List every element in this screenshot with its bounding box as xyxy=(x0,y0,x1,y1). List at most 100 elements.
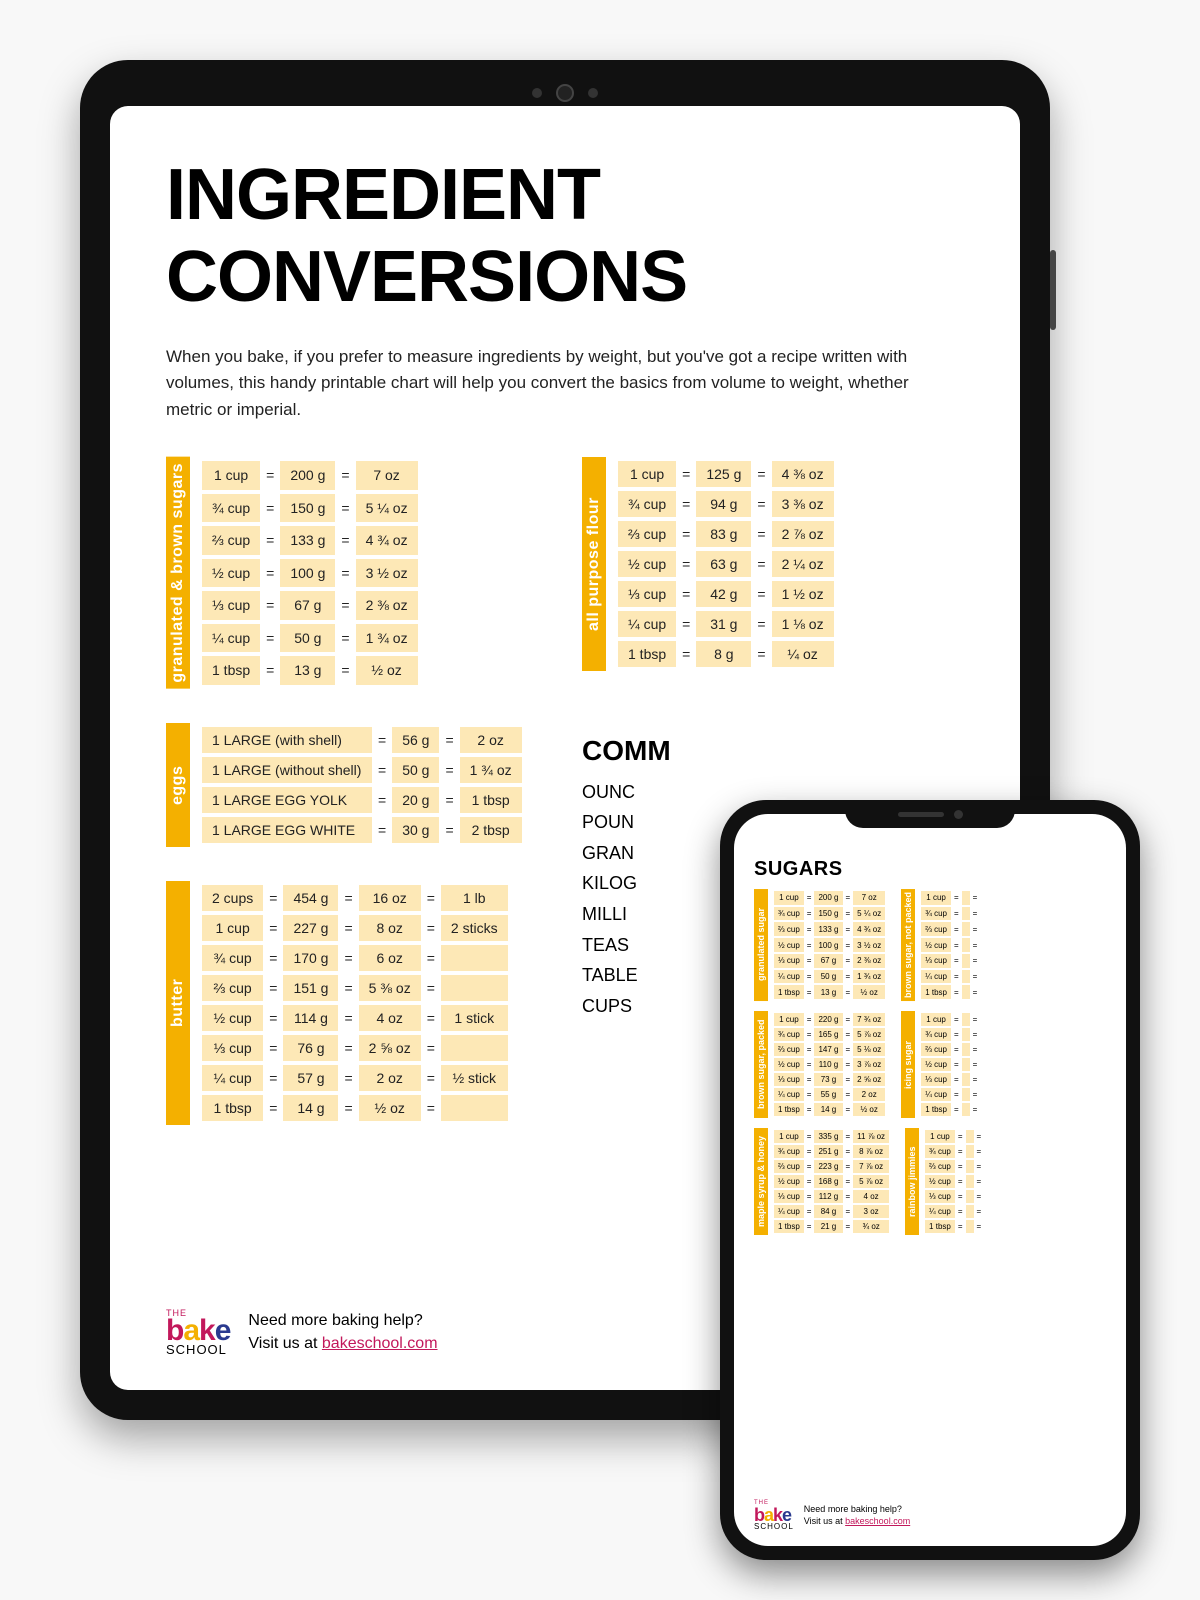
chart-eggs-table: 1 LARGE (with shell)=56 g=2 oz1 LARGE (w… xyxy=(198,723,526,847)
equals: = xyxy=(845,1013,852,1026)
equals: = xyxy=(755,611,767,637)
footer-visit: Visit us at xyxy=(248,1335,322,1352)
page-title: INGREDIENT CONVERSIONS xyxy=(166,154,964,318)
equals: = xyxy=(443,757,455,783)
cell: 1 tbsp xyxy=(460,787,522,813)
equals: = xyxy=(806,1073,813,1086)
table-row: ⅔ cup=223 g=7 ⅞ oz xyxy=(774,1160,889,1173)
table-row: ½ cup=110 g=3 ⅞ oz xyxy=(774,1058,885,1071)
cell: ⅔ cup xyxy=(921,922,951,936)
equals: = xyxy=(806,954,813,968)
equals: = xyxy=(972,1028,979,1041)
equals: = xyxy=(806,1058,813,1071)
cell xyxy=(962,985,970,999)
equals: = xyxy=(425,975,437,1001)
equals: = xyxy=(972,1103,979,1116)
table-row: 1 tbsp== xyxy=(925,1220,982,1233)
equals: = xyxy=(953,1058,960,1071)
cell: 11 ⅞ oz xyxy=(853,1130,889,1143)
cell: ¼ cup xyxy=(202,1065,263,1091)
equals: = xyxy=(845,1088,852,1101)
equals: = xyxy=(845,907,852,921)
cell: 55 g xyxy=(814,1088,842,1101)
cell: ½ cup xyxy=(202,559,260,588)
cell: 4 ¾ oz xyxy=(853,922,885,936)
equals: = xyxy=(267,1065,279,1091)
equals: = xyxy=(339,656,351,685)
equals: = xyxy=(342,1005,354,1031)
cell: ½ cup xyxy=(925,1175,955,1188)
equals: = xyxy=(845,985,852,999)
cell: 5 ⅞ oz xyxy=(853,1028,885,1041)
equals: = xyxy=(425,1005,437,1031)
equals: = xyxy=(806,1028,813,1041)
table-row: ½ cup=100 g=3 ½ oz xyxy=(202,559,418,588)
cell: 2 ¼ oz xyxy=(772,551,834,577)
table-row: ⅓ cup=67 g=2 ⅜ oz xyxy=(774,954,885,968)
cell: 2 sticks xyxy=(441,915,508,941)
equals: = xyxy=(953,891,960,905)
cell: ¼ cup xyxy=(774,1088,804,1101)
cell: 223 g xyxy=(814,1160,842,1173)
equals: = xyxy=(342,885,354,911)
cell: 2 oz xyxy=(853,1088,885,1101)
cell: 1 ½ oz xyxy=(772,581,834,607)
cell: ⅓ cup xyxy=(618,581,676,607)
phone-footer: THE bake SCHOOL Need more baking help? V… xyxy=(754,1501,910,1530)
chart-sugars-table: 1 cup=200 g=7 oz¾ cup=150 g=5 ¼ oz⅔ cup=… xyxy=(198,457,422,689)
cell: 1 tbsp xyxy=(774,985,804,999)
table-row: 1 cup=227 g=8 oz=2 sticks xyxy=(202,915,508,941)
cell: 76 g xyxy=(283,1035,338,1061)
cell xyxy=(962,1088,970,1101)
equals: = xyxy=(680,491,692,517)
equals: = xyxy=(806,922,813,936)
phone-screen: SUGARS granulated sugar 1 cup=200 g=7 oz… xyxy=(734,814,1126,1546)
mini-chart-table: 1 cup=220 g=7 ¾ oz¾ cup=165 g=5 ⅞ oz⅔ cu… xyxy=(772,1011,887,1118)
cell: ¾ cup xyxy=(774,1028,804,1041)
cell: 4 oz xyxy=(853,1190,889,1203)
table-row: 1 tbsp=13 g=½ oz xyxy=(774,985,885,999)
equals: = xyxy=(264,624,276,653)
equals: = xyxy=(680,551,692,577)
cell xyxy=(966,1175,974,1188)
table-row: 1 cup=125 g=4 ⅜ oz xyxy=(618,461,834,487)
cell: ⅔ cup xyxy=(202,975,263,1001)
cell: 56 g xyxy=(392,727,439,753)
equals: = xyxy=(845,1175,852,1188)
cell: 8 oz xyxy=(359,915,421,941)
equals: = xyxy=(957,1160,964,1173)
cell xyxy=(966,1220,974,1233)
cell xyxy=(962,907,970,921)
equals: = xyxy=(953,1043,960,1056)
cell: 3 ⅜ oz xyxy=(772,491,834,517)
footer-link[interactable]: bakeschool.com xyxy=(322,1335,438,1352)
equals: = xyxy=(806,1088,813,1101)
equals: = xyxy=(267,1095,279,1121)
cell: 5 ⅛ oz xyxy=(853,1043,885,1056)
equals: = xyxy=(339,494,351,523)
table-row: ⅓ cup== xyxy=(921,954,978,968)
mini-chart-label: icing sugar xyxy=(901,1011,915,1118)
cell: ⅓ cup xyxy=(774,954,804,968)
phone-footer-link[interactable]: bakeschool.com xyxy=(845,1516,910,1526)
cell: 7 oz xyxy=(853,891,885,905)
equals: = xyxy=(953,938,960,952)
equals: = xyxy=(976,1205,983,1218)
mini-chart-table: 1 cup==¾ cup==⅔ cup==½ cup==⅓ cup==¼ cup… xyxy=(919,889,980,1001)
table-row: ½ cup== xyxy=(925,1175,982,1188)
cell: 7 ⅞ oz xyxy=(853,1160,889,1173)
cell: ¼ cup xyxy=(774,970,804,984)
equals: = xyxy=(264,591,276,620)
equals: = xyxy=(342,945,354,971)
cell xyxy=(441,945,508,971)
cell: ⅔ cup xyxy=(774,1043,804,1056)
cell: 7 ¾ oz xyxy=(853,1013,885,1026)
cell xyxy=(962,1028,970,1041)
table-row: 1 cup== xyxy=(925,1130,982,1143)
cell: ⅓ cup xyxy=(774,1190,804,1203)
cell: ⅔ cup xyxy=(202,526,260,555)
cell: 6 oz xyxy=(359,945,421,971)
cell: 1 LARGE (with shell) xyxy=(202,727,372,753)
cell: ½ cup xyxy=(774,1175,804,1188)
table-row: 1 tbsp== xyxy=(921,1103,978,1116)
